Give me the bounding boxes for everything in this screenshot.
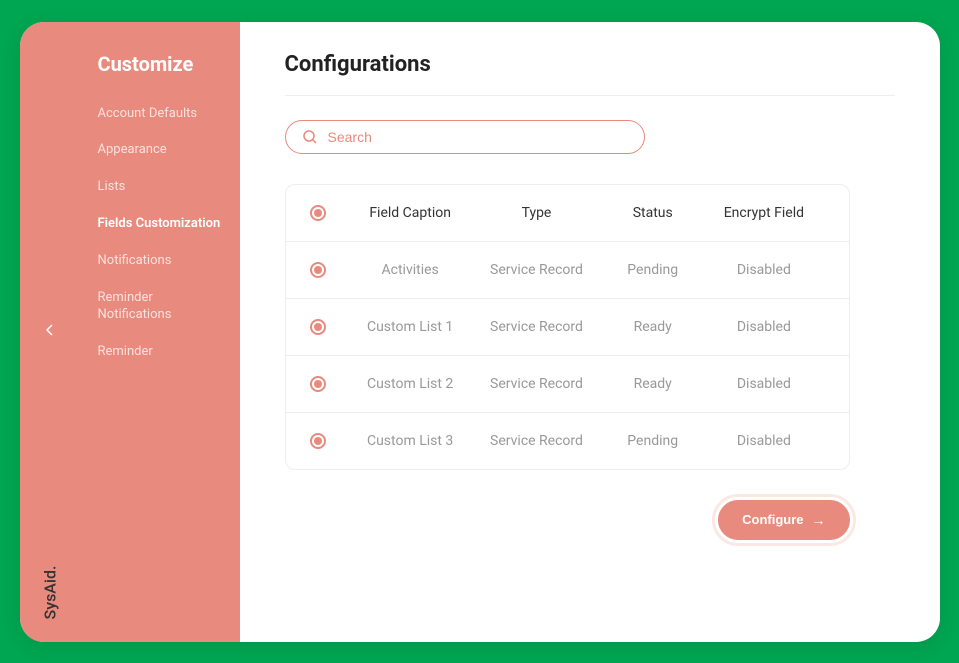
header-type: Type — [471, 205, 602, 221]
radio-dot-icon — [314, 437, 322, 445]
rail: SysAid. — [20, 22, 80, 642]
sidebar-title: Customize — [98, 52, 222, 76]
actions-bar: Configure → — [285, 500, 850, 540]
cell-caption: Custom List 3 — [350, 433, 471, 449]
radio-dot-icon — [314, 266, 322, 274]
cell-status: Pending — [602, 262, 703, 278]
search-icon — [302, 129, 318, 145]
cell-status: Pending — [602, 433, 703, 449]
cell-caption: Custom List 1 — [350, 319, 471, 335]
main-content: Configurations Field Caption Type — [240, 22, 940, 642]
collapse-sidebar-button[interactable] — [45, 323, 55, 341]
cell-encrypt: Disabled — [703, 433, 824, 449]
row-radio[interactable] — [310, 433, 326, 449]
app-container: SysAid. Customize Account Defaults Appea… — [20, 22, 940, 642]
table-row[interactable]: Activities Service Record Pending Disabl… — [286, 242, 849, 299]
cell-type: Service Record — [471, 319, 602, 335]
cell-type: Service Record — [471, 376, 602, 392]
page-title: Configurations — [285, 52, 895, 77]
configure-button-label: Configure — [742, 512, 803, 527]
cell-caption: Activities — [350, 262, 471, 278]
cell-caption: Custom List 2 — [350, 376, 471, 392]
configure-button[interactable]: Configure → — [718, 500, 849, 540]
cell-type: Service Record — [471, 262, 602, 278]
sidebar-item-reminder-notifications[interactable]: Reminder Notifications — [98, 280, 222, 334]
sidebar-item-account-defaults[interactable]: Account Defaults — [98, 96, 222, 133]
select-all-radio[interactable] — [310, 205, 326, 221]
chevron-left-icon — [45, 323, 55, 337]
cell-encrypt: Disabled — [703, 319, 824, 335]
radio-dot-icon — [314, 323, 322, 331]
config-table: Field Caption Type Status Encrypt Field … — [285, 184, 850, 470]
cell-type: Service Record — [471, 433, 602, 449]
table-row[interactable]: Custom List 2 Service Record Ready Disab… — [286, 356, 849, 413]
sidebar-item-fields-customization[interactable]: Fields Customization — [98, 206, 222, 243]
search-input[interactable] — [328, 129, 628, 145]
header-caption: Field Caption — [350, 205, 471, 221]
row-radio[interactable] — [310, 319, 326, 335]
divider — [285, 95, 895, 96]
sidebar-item-reminder[interactable]: Reminder — [98, 334, 222, 371]
sidebar-item-appearance[interactable]: Appearance — [98, 132, 222, 169]
cell-status: Ready — [602, 376, 703, 392]
cell-status: Ready — [602, 319, 703, 335]
row-radio[interactable] — [310, 262, 326, 278]
radio-dot-icon — [314, 380, 322, 388]
arrow-right-icon: → — [812, 512, 826, 528]
header-status: Status — [602, 205, 703, 221]
cell-encrypt: Disabled — [703, 376, 824, 392]
brand-logo: SysAid. — [40, 565, 59, 619]
search-wrap[interactable] — [285, 120, 645, 154]
row-radio[interactable] — [310, 376, 326, 392]
table-row[interactable]: Custom List 3 Service Record Pending Dis… — [286, 413, 849, 469]
sidebar-item-lists[interactable]: Lists — [98, 169, 222, 206]
sidebar-item-notifications[interactable]: Notifications — [98, 243, 222, 280]
table-header-row: Field Caption Type Status Encrypt Field — [286, 185, 849, 242]
table-row[interactable]: Custom List 1 Service Record Ready Disab… — [286, 299, 849, 356]
radio-dot-icon — [314, 209, 322, 217]
sidebar: Customize Account Defaults Appearance Li… — [80, 22, 240, 642]
header-encrypt: Encrypt Field — [703, 205, 824, 221]
cell-encrypt: Disabled — [703, 262, 824, 278]
